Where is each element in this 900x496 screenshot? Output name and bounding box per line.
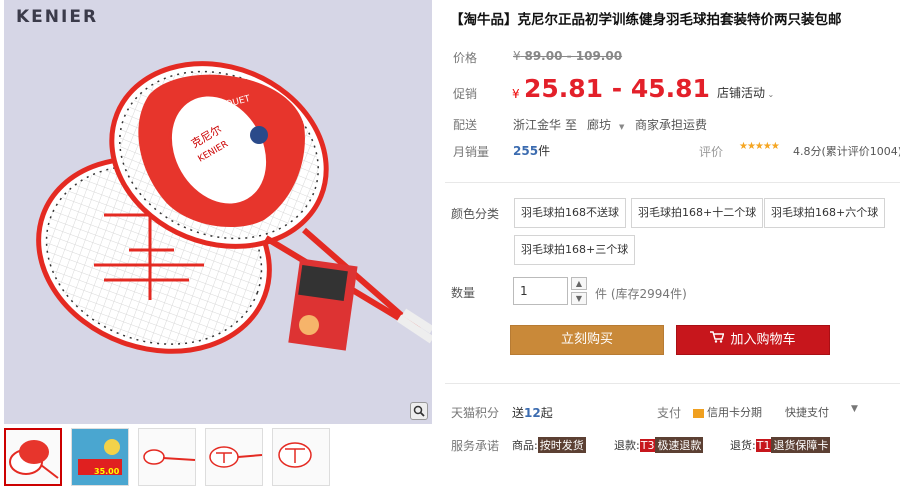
shipping-fee: 商家承担运费 <box>635 118 708 132</box>
add-to-cart-button[interactable]: 加入购物车 <box>676 325 830 355</box>
thumbnail-5[interactable] <box>272 428 330 486</box>
sku-option-4[interactable]: 羽毛球拍168+三个球 <box>514 235 636 265</box>
credit-installment-link[interactable]: 信用卡分期 <box>693 404 762 420</box>
thumbnail-strip: 35.00 <box>4 428 330 494</box>
payment-more-dropdown[interactable]: ▼ <box>851 404 858 414</box>
quantity-input[interactable]: 1 <box>513 277 568 305</box>
sales-label: 月销量 <box>453 145 490 159</box>
promo-label: 促销 <box>453 87 478 101</box>
quick-pay-link[interactable]: 快捷支付 <box>785 404 829 420</box>
rating-stars: ★★★★★ <box>739 141 780 152</box>
credit-card-icon <box>693 408 704 418</box>
points-prefix: 送 <box>512 406 525 420</box>
rating-summary-link[interactable]: 4.8分(累计评价1004) <box>793 143 900 159</box>
quantity-label: 数量 <box>451 286 476 300</box>
service-refund-code: T3 <box>639 439 656 452</box>
divider-bottom <box>445 383 900 384</box>
thumbnail-3[interactable] <box>138 428 196 486</box>
caret-down-icon: ▼ <box>851 404 858 414</box>
service-goods[interactable]: 商品: 按时发货 <box>512 437 586 453</box>
service-goods-label: 商品: <box>512 439 538 452</box>
product-gallery: KENIER 克尼尔 KENIER RACQUET 35.00 <box>0 0 435 496</box>
quantity-increment[interactable]: ▲ <box>571 277 587 290</box>
ship-to-city: 廊坊 <box>587 118 612 132</box>
sales-unit: 件 <box>538 144 551 158</box>
product-title: 【淘牛品】克尼尔正品初学训练健身羽毛球拍套装特价两只装包邮 <box>450 12 842 28</box>
stock-info: 件 (库存2994件) <box>595 285 687 302</box>
points-suffix: 起 <box>540 406 553 420</box>
shop-promo-label: 店铺活动 <box>717 86 766 100</box>
service-goods-badge: 按时发货 <box>537 437 586 453</box>
credit-installment-label: 信用卡分期 <box>707 406 762 419</box>
sku-label: 颜色分类 <box>451 207 500 221</box>
service-return[interactable]: 退货:T1 退货保障卡 <box>730 437 831 453</box>
brand-logo: KENIER <box>16 7 99 27</box>
points-value-block: 送12起 <box>512 404 553 421</box>
service-refund-badge: 极速退款 <box>655 437 704 453</box>
service-return-label: 退货: <box>730 439 756 452</box>
promo-price: 25.81 - 45.81 <box>524 74 710 103</box>
caret-down-icon: ▼ <box>575 294 583 303</box>
service-return-badge: 退货保障卡 <box>771 437 831 453</box>
points-value: 12 <box>524 406 541 420</box>
sales-count: 255 <box>513 144 539 158</box>
service-return-code: T1 <box>755 439 772 452</box>
zoom-icon[interactable] <box>410 402 428 420</box>
cart-icon <box>710 326 725 354</box>
divider-top <box>445 182 900 183</box>
service-refund-label: 退款: <box>614 439 640 452</box>
payment-label: 支付 <box>657 406 682 420</box>
ship-from: 浙江金华 <box>513 118 562 132</box>
add-to-cart-label: 加入购物车 <box>730 332 796 348</box>
ship-to-word: 至 <box>565 118 578 132</box>
sales-count-block: 255件 <box>513 142 550 159</box>
shop-promo-dropdown[interactable]: 店铺活动 ⌄ <box>717 84 774 101</box>
original-price: ¥ 89.00 - 109.00 <box>513 49 622 63</box>
ship-to-selector[interactable]: 廊坊 ▼ <box>587 116 624 133</box>
thumbnail-2[interactable]: 35.00 <box>71 428 129 486</box>
stock-count: (库存2994件) <box>610 287 687 301</box>
quantity-decrement[interactable]: ▼ <box>571 292 587 305</box>
sku-option-2[interactable]: 羽毛球拍168+十二个球 <box>631 198 764 228</box>
chevron-down-icon: ⌄ <box>765 90 775 99</box>
price-label: 价格 <box>453 51 478 65</box>
caret-down-icon: ▼ <box>619 123 625 131</box>
service-refund[interactable]: 退款:T3 极速退款 <box>614 437 704 453</box>
buy-now-button[interactable]: 立刻购买 <box>510 325 664 355</box>
price-panel: 价格 ¥ 89.00 - 109.00 促销 ¥ 25.81 - 45.81 店… <box>447 36 900 166</box>
racket-illustration: 克尼尔 KENIER RACQUET <box>36 61 432 354</box>
thumbnail-4[interactable] <box>205 428 263 486</box>
sku-option-1[interactable]: 羽毛球拍168不送球 <box>514 198 626 228</box>
rating-label: 评价 <box>699 145 724 159</box>
caret-up-icon: ▲ <box>575 279 583 288</box>
original-currency: ¥ <box>513 49 521 63</box>
points-label: 天猫积分 <box>451 406 500 420</box>
original-price-value: 89.00 - 109.00 <box>524 49 623 63</box>
thumbnail-1[interactable] <box>4 428 62 486</box>
main-product-image[interactable]: KENIER 克尼尔 KENIER RACQUET <box>4 0 432 424</box>
quantity-unit: 件 <box>595 287 608 301</box>
promo-currency: ¥ <box>512 87 520 101</box>
thumbnail-promo-price: 35.00 <box>94 467 120 476</box>
shipping-label: 配送 <box>453 118 478 132</box>
service-label: 服务承诺 <box>451 439 500 453</box>
sku-option-3[interactable]: 羽毛球拍168+六个球 <box>764 198 886 228</box>
